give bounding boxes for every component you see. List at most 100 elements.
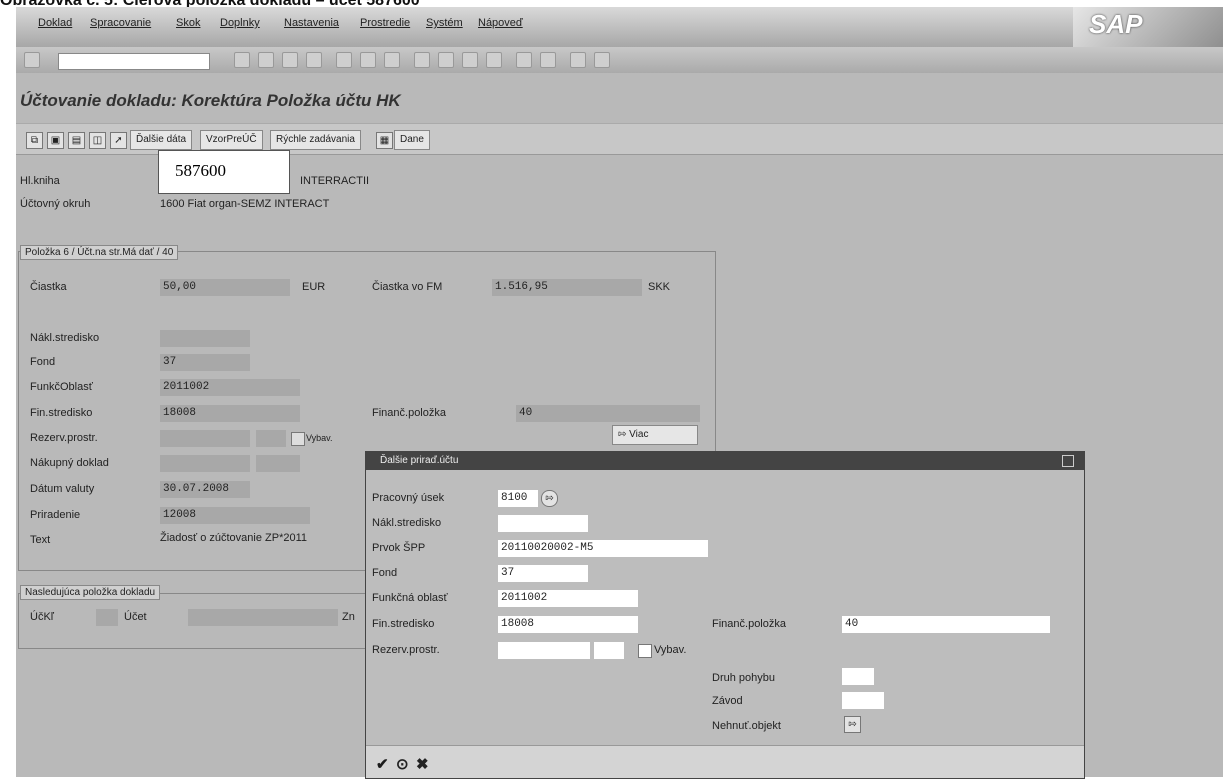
- currency-label: EUR: [302, 281, 326, 293]
- fund-center-field[interactable]: 18008: [160, 405, 300, 422]
- business-area-field[interactable]: 8100: [498, 490, 538, 507]
- cancel-icon[interactable]: [306, 52, 322, 68]
- movement-type-field[interactable]: [842, 668, 874, 685]
- fund-center-label: Fin.stredisko: [30, 407, 93, 419]
- account-template-button[interactable]: VzorPreÚČ: [200, 130, 263, 150]
- taxes-icon[interactable]: ▦: [376, 132, 393, 149]
- dlg-commitment-item-label: Finanč.položka: [712, 618, 786, 630]
- layout-icon[interactable]: [594, 52, 610, 68]
- posting-key-field[interactable]: [96, 609, 118, 626]
- posting-key-label: ÚčKľ: [30, 611, 54, 623]
- save-doc-icon[interactable]: ▤: [68, 132, 85, 149]
- assignment-field[interactable]: 12008: [160, 507, 310, 524]
- plant-label: Závod: [712, 695, 743, 707]
- menu-item-doplnky[interactable]: Doplnky: [220, 17, 260, 29]
- next-data-button[interactable]: Ďalšie dáta: [130, 130, 193, 150]
- additional-account-assignment-dialog: Ďalšie priraď.účtu Pracovný úsek 8100 ⇰ …: [365, 451, 1085, 779]
- earmarked-funds-item-field[interactable]: [256, 430, 286, 447]
- fm-amount-field[interactable]: 1.516,95: [492, 279, 642, 296]
- more-button-label: Viac: [629, 429, 649, 440]
- save-icon[interactable]: [234, 52, 250, 68]
- earmarked-funds-field[interactable]: [160, 430, 250, 447]
- functional-area-field[interactable]: 2011002: [160, 379, 300, 396]
- menu-item-skok[interactable]: Skok: [176, 17, 200, 29]
- purchase-doc-field[interactable]: [160, 455, 250, 472]
- menu-item-nastavenia[interactable]: Nastavenia: [284, 17, 339, 29]
- dialog-close-icon[interactable]: [1062, 455, 1074, 467]
- dlg-earmarked-funds-item-field[interactable]: [594, 642, 624, 659]
- dlg-fund-label: Fond: [372, 567, 398, 579]
- exit-icon[interactable]: [282, 52, 298, 68]
- find-next-icon[interactable]: [384, 52, 400, 68]
- quick-entry-button[interactable]: Rýchle zadávania: [270, 130, 361, 150]
- business-area-label: Pracovný úsek: [372, 492, 445, 504]
- commitment-item-label: Finanč.položka: [372, 407, 446, 419]
- dlg-earmarked-funds-field[interactable]: [498, 642, 590, 659]
- fm-amount-label: Čiastka vo FM: [372, 281, 443, 293]
- amount-field[interactable]: 50,00: [160, 279, 290, 296]
- fund-field[interactable]: 37: [160, 354, 250, 371]
- search-icon[interactable]: ⊙: [396, 755, 409, 773]
- real-estate-button-icon[interactable]: ⇰: [844, 716, 861, 733]
- text-label: Text: [30, 534, 51, 546]
- value-date-field[interactable]: 30.07.2008: [160, 481, 250, 498]
- dialog-title: Ďalšie priraď.účtu: [380, 455, 459, 466]
- next-page-icon[interactable]: [462, 52, 478, 68]
- more-arrow-icon: ⇰: [618, 429, 630, 440]
- commitment-item-field[interactable]: 40: [516, 405, 700, 422]
- other-item-icon[interactable]: ➚: [110, 132, 127, 149]
- help-icon[interactable]: [570, 52, 586, 68]
- text-field[interactable]: Žiadosť o zúčtovanie ZP*2011: [160, 532, 307, 544]
- dlg-functional-area-field[interactable]: 2011002: [498, 590, 638, 607]
- movement-type-label: Druh pohybu: [712, 672, 775, 684]
- hold-icon[interactable]: ⧉: [26, 132, 43, 149]
- amount-label: Čiastka: [30, 281, 67, 293]
- dialog-button-bar: ✔ ⊙ ✖: [366, 745, 1084, 778]
- park-icon[interactable]: ▣: [47, 132, 64, 149]
- plant-field[interactable]: [842, 692, 884, 709]
- assignment-label: Priradenie: [30, 509, 81, 521]
- business-area-search-icon[interactable]: ⇰: [541, 490, 558, 507]
- find-icon[interactable]: [360, 52, 376, 68]
- wbs-element-field[interactable]: 20110020002-M5: [498, 540, 708, 557]
- menu-item-napoveda[interactable]: Nápoveď: [478, 17, 523, 29]
- taxes-button[interactable]: Dane: [394, 130, 430, 150]
- menu-item-system[interactable]: Systém: [426, 17, 463, 29]
- confirm-icon[interactable]: ✔: [376, 755, 389, 773]
- earmarked-funds-label: Rezerv.prostr.: [30, 432, 98, 444]
- item-section-tab[interactable]: Položka 6 / Účt.na str.Má dať / 40: [20, 245, 179, 260]
- prev-page-icon[interactable]: [438, 52, 454, 68]
- more-button[interactable]: ⇰ Viac: [612, 425, 698, 445]
- dlg-cost-center-label: Nákl.stredisko: [372, 517, 442, 529]
- real-estate-label: Nehnuť.objekt: [712, 720, 781, 732]
- last-page-icon[interactable]: [486, 52, 502, 68]
- first-page-icon[interactable]: [414, 52, 430, 68]
- account-field[interactable]: [188, 609, 338, 626]
- next-item-tab[interactable]: Nasledujúca položka dokladu: [20, 585, 161, 600]
- command-field[interactable]: [58, 53, 210, 70]
- value-date-label: Dátum valuty: [30, 483, 95, 495]
- dlg-fund-center-field[interactable]: 18008: [498, 616, 638, 633]
- shortcut-icon[interactable]: [540, 52, 556, 68]
- completed-checkbox[interactable]: [291, 432, 305, 446]
- menu-item-spracovanie[interactable]: Spracovanie: [90, 17, 151, 29]
- print-icon[interactable]: [336, 52, 352, 68]
- cost-center-field[interactable]: [160, 330, 250, 347]
- dlg-commitment-item-field[interactable]: 40: [842, 616, 1050, 633]
- copy-icon[interactable]: ◫: [89, 132, 106, 149]
- dlg-cost-center-field[interactable]: [498, 515, 588, 532]
- menu-item-prostredie[interactable]: Prostredie: [360, 17, 410, 29]
- dlg-completed-checkbox[interactable]: [638, 644, 652, 658]
- cancel-icon[interactable]: ✖: [416, 755, 429, 773]
- enter-icon[interactable]: [24, 52, 40, 68]
- cost-center-label: Nákl.stredisko: [30, 332, 100, 344]
- company-code-label: Účtovný okruh: [20, 198, 91, 210]
- back-icon[interactable]: [258, 52, 274, 68]
- dlg-fund-field[interactable]: 37: [498, 565, 588, 582]
- new-session-icon[interactable]: [516, 52, 532, 68]
- menu-item-doklad[interactable]: Doklad: [38, 17, 72, 29]
- dlg-fund-center-label: Fin.stredisko: [372, 618, 435, 630]
- sap-logo-text: SAP: [1089, 9, 1143, 39]
- dlg-functional-area-label: Funkčná oblasť: [372, 592, 448, 604]
- purchase-doc-item-field[interactable]: [256, 455, 300, 472]
